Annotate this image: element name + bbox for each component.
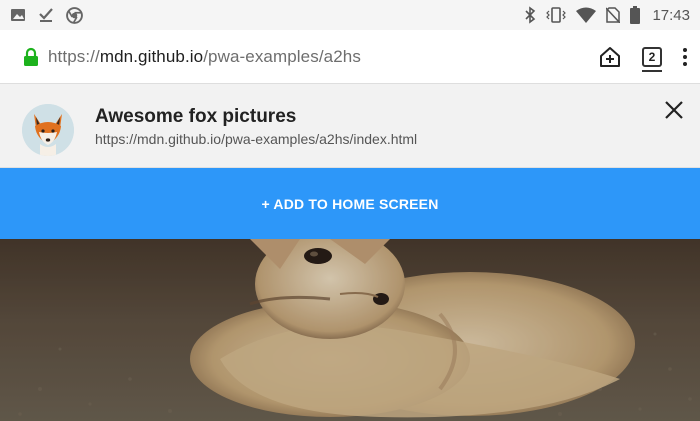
status-right-icons: 17:43 <box>524 6 690 24</box>
app-name: Awesome fox pictures <box>95 106 297 127</box>
url-text[interactable]: https://mdn.github.io/pwa-examples/a2hs <box>48 47 361 67</box>
fox-photo <box>0 239 700 421</box>
status-bar: 17:43 <box>0 0 700 30</box>
install-prompt: Awesome fox pictures https://mdn.github.… <box>0 84 700 168</box>
wifi-icon <box>576 7 597 23</box>
fox-app-icon <box>22 104 74 156</box>
toolbar-actions: 2 <box>598 30 688 84</box>
image-icon <box>10 7 26 23</box>
url-bar[interactable]: https://mdn.github.io/pwa-examples/a2hs … <box>0 30 700 84</box>
url-path: /pwa-examples/a2hs <box>203 46 361 66</box>
vibrate-icon <box>546 7 567 23</box>
lock-icon[interactable] <box>20 46 42 68</box>
bluetooth-icon <box>524 6 536 24</box>
download-done-icon <box>38 7 54 23</box>
battery-icon <box>630 6 641 24</box>
no-sim-icon <box>606 7 621 23</box>
home-plus-icon[interactable] <box>598 45 622 69</box>
url-scheme: https:// <box>48 46 100 66</box>
close-icon[interactable] <box>660 96 688 124</box>
status-left-icons <box>10 6 83 24</box>
fox-photo-image <box>0 239 700 421</box>
status-time: 17:43 <box>652 6 690 24</box>
url-host: mdn.github.io <box>99 46 204 66</box>
tab-switcher-button[interactable]: 2 <box>642 47 662 72</box>
add-to-home-screen-button[interactable]: + ADD TO HOME SCREEN <box>0 168 700 239</box>
more-vert-icon[interactable] <box>682 47 688 67</box>
chrome-icon <box>66 6 83 24</box>
browser-screen: 17:43 https://mdn.github.io/pwa-examples… <box>0 0 700 421</box>
app-url: https://mdn.github.io/pwa-examples/a2hs/… <box>95 131 418 147</box>
